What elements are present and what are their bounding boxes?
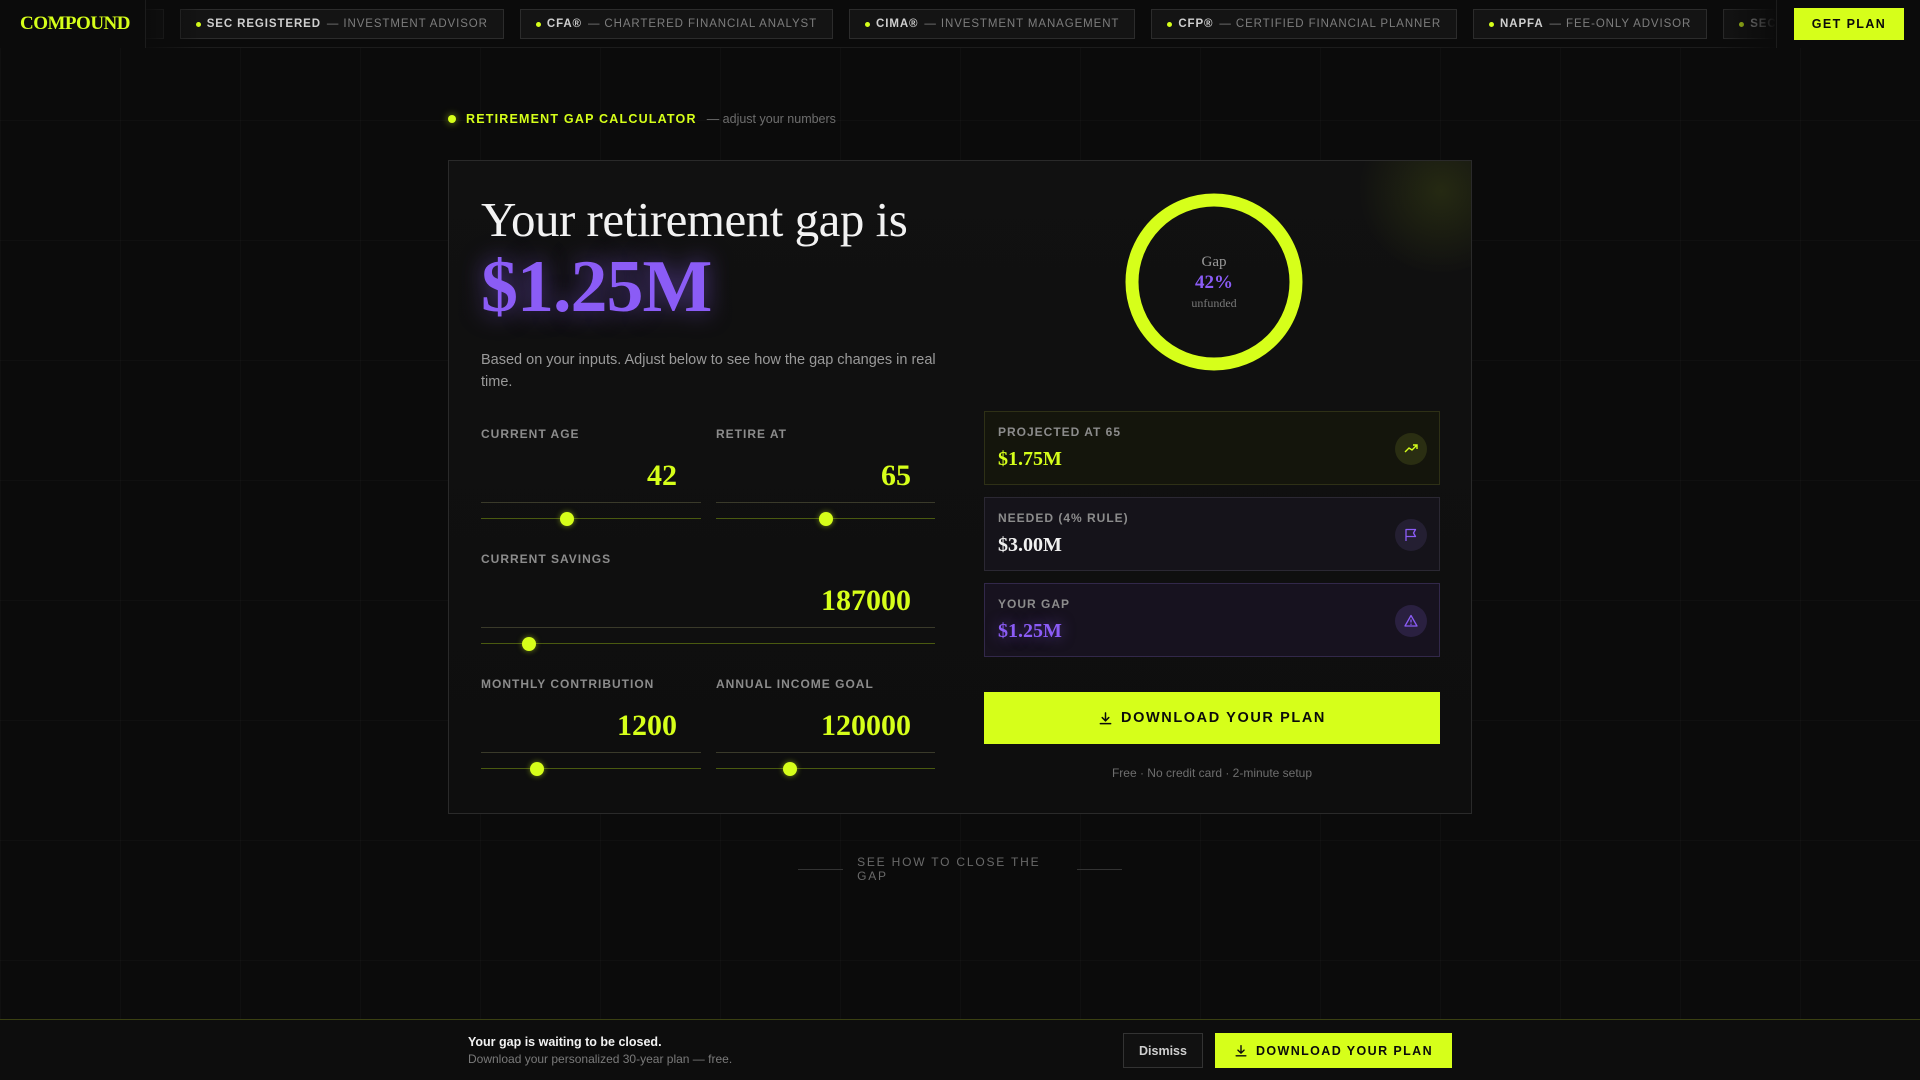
monthly-contribution-slider-track[interactable] xyxy=(481,768,701,769)
chip-dot-icon xyxy=(535,21,541,27)
headline: Your retirement gap is xyxy=(481,192,908,247)
section-title: RETIREMENT GAP CALCULATOR xyxy=(466,112,697,126)
section-label: RETIREMENT GAP CALCULATOR — adjust your … xyxy=(448,112,836,126)
current-savings-slider-track[interactable] xyxy=(481,643,935,644)
chip-text: — INVESTMENT ADVISOR xyxy=(326,18,488,30)
download-plan-label: DOWNLOAD YOUR PLAN xyxy=(1121,710,1326,726)
current-savings-slider-thumb[interactable] xyxy=(521,637,536,651)
annual-income-goal-slider-thumb[interactable] xyxy=(783,762,798,776)
header-cta-area: GET PLAN xyxy=(1776,0,1920,48)
current-savings-input[interactable]: 187000 xyxy=(821,584,911,618)
monthly-contribution-label: MONTHLY CONTRIBUTION xyxy=(481,677,655,691)
see-how-label: SEE HOW TO CLOSE THE GAP xyxy=(857,855,1041,883)
monthly-contribution-slider-thumb[interactable] xyxy=(530,762,545,776)
gap-amount: $1.25M xyxy=(481,246,712,328)
gap-label: YOUR GAP xyxy=(998,597,1071,611)
chip-code: NAPFA xyxy=(1500,18,1544,30)
banner-title: Your gap is waiting to be closed. xyxy=(468,1035,662,1049)
retire-at-field: RETIRE AT 65 xyxy=(716,427,935,527)
needed-label: NEEDED (4% RULE) xyxy=(998,511,1129,525)
retire-at-slider-thumb[interactable] xyxy=(818,512,833,526)
description: Based on your inputs. Adjust below to se… xyxy=(481,352,936,390)
current-age-input[interactable]: 42 xyxy=(647,459,677,493)
donut-caption: unfunded xyxy=(1191,295,1237,310)
donut-percent: 42% xyxy=(1195,271,1233,293)
status-dot xyxy=(448,115,456,123)
get-plan-button[interactable]: GET PLAN xyxy=(1794,8,1904,40)
current-age-label: CURRENT AGE xyxy=(481,427,580,441)
current-age-slider-track[interactable] xyxy=(481,518,701,519)
banner-download-button[interactable]: DOWNLOAD YOUR PLAN xyxy=(1215,1033,1452,1068)
chip-dot-icon xyxy=(1167,21,1173,27)
credential-chip: CFP® — CERTIFIED FINANCIAL PLANNER xyxy=(1151,9,1458,39)
credential-chip: NAPFA — FEE-ONLY ADVISOR xyxy=(1473,9,1708,39)
chip-text: — INVESTMENT MANAGEMENT xyxy=(924,18,1120,30)
current-age-field: CURRENT AGE 42 xyxy=(481,427,701,527)
banner-download-label: DOWNLOAD YOUR PLAN xyxy=(1255,1043,1434,1058)
needed-value: $3.00M xyxy=(998,534,1062,556)
bottom-banner: Your gap is waiting to be closed. Downlo… xyxy=(0,1019,1920,1080)
chip-code: CIMA® xyxy=(876,18,919,30)
credentials-ticker: ISORSEC REGISTERED— INVESTMENT ADVISORCF… xyxy=(140,0,1776,48)
logo[interactable]: COMPOUND xyxy=(0,0,146,48)
chip-code: CFP® xyxy=(1178,18,1214,30)
annual-income-goal-label: ANNUAL INCOME GOAL xyxy=(716,677,874,691)
section-subtitle: — adjust your numbers xyxy=(706,112,836,126)
download-icon xyxy=(1099,711,1112,724)
credential-chip: CFA® — CHARTERED FINANCIAL ANALYST xyxy=(519,9,834,39)
gap-stat: YOUR GAP $1.25M xyxy=(984,583,1440,657)
calculator-card: Your retirement gap is $1.25M Based on y… xyxy=(448,160,1472,814)
retire-at-input[interactable]: 65 xyxy=(881,459,911,493)
ticker-track: ISORSEC REGISTERED— INVESTMENT ADVISORCF… xyxy=(140,9,1776,39)
top-bar: COMPOUND ISORSEC REGISTERED— INVESTMENT … xyxy=(0,0,1920,48)
chip-text: — CHARTERED FINANCIAL ANALYST xyxy=(587,18,818,30)
annual-income-goal-slider-track[interactable] xyxy=(716,768,935,769)
chip-text: — FEE-ONLY ADVISOR xyxy=(1549,18,1692,30)
fineprint: Free · No credit card · 2-minute setup xyxy=(1111,766,1313,780)
chip-dot-icon xyxy=(1489,21,1495,27)
current-age-slider-thumb[interactable] xyxy=(559,512,574,526)
needed-stat: NEEDED (4% RULE) $3.00M xyxy=(984,497,1440,571)
current-savings-field: CURRENT SAVINGS 187000 xyxy=(481,552,935,652)
dismiss-button[interactable]: Dismiss xyxy=(1123,1033,1203,1068)
chip-code: SEC REGISTERED xyxy=(206,18,321,30)
donut-label: Gap xyxy=(1201,253,1227,270)
donut-center: Gap 42% unfunded xyxy=(1123,191,1305,373)
projected-stat: PROJECTED AT 65 $1.75M xyxy=(984,411,1440,485)
chip-code: CFA® xyxy=(546,18,582,30)
annual-income-goal-field: ANNUAL INCOME GOAL 120000 xyxy=(716,677,935,777)
current-savings-label: CURRENT SAVINGS xyxy=(481,552,612,566)
download-plan-button[interactable]: DOWNLOAD YOUR PLAN xyxy=(984,692,1440,744)
see-how-link[interactable]: SEE HOW TO CLOSE THE GAP xyxy=(798,855,1122,883)
monthly-contribution-field: MONTHLY CONTRIBUTION 1200 xyxy=(481,677,701,777)
projected-value: $1.75M xyxy=(998,448,1062,470)
credential-chip: CIMA® — INVESTMENT MANAGEMENT xyxy=(849,9,1136,39)
banner-subtitle: Download your personalized 30-year plan … xyxy=(468,1052,733,1066)
warning-icon xyxy=(1395,605,1427,637)
chip-text: — CERTIFIED FINANCIAL PLANNER xyxy=(1219,18,1442,30)
annual-income-goal-input[interactable]: 120000 xyxy=(821,709,911,743)
retire-at-label: RETIRE AT xyxy=(716,427,787,441)
gap-value: $1.25M xyxy=(998,620,1062,642)
flag-icon xyxy=(1395,519,1427,551)
monthly-contribution-input[interactable]: 1200 xyxy=(617,709,677,743)
credential-chip: SEC REGISTERED — INVESTMENT ADVISOR xyxy=(179,9,504,39)
download-icon xyxy=(1235,1044,1247,1057)
trending-up-icon xyxy=(1395,433,1427,465)
projected-label: PROJECTED AT 65 xyxy=(998,425,1122,439)
chip-dot-icon xyxy=(865,21,871,27)
